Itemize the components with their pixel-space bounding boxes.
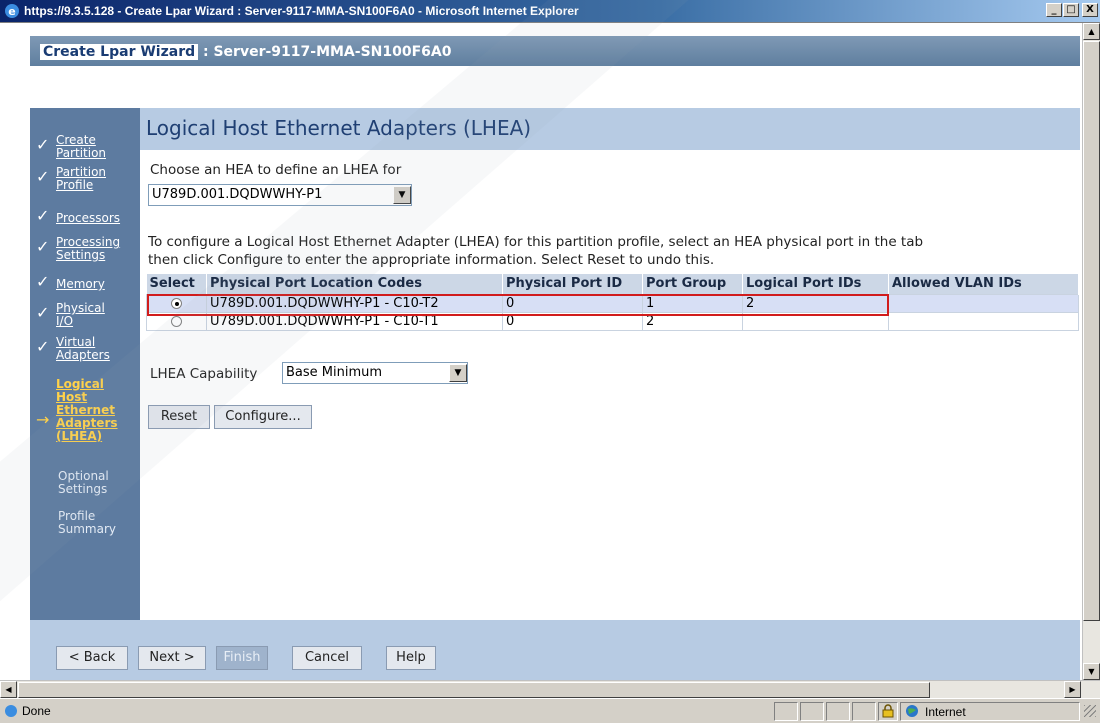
- column-header: Select: [146, 274, 207, 294]
- choose-hea-label: Choose an HEA to define an LHEA for: [150, 162, 402, 178]
- page-title: Logical Host Ethernet Adapters (LHEA): [146, 116, 532, 140]
- table-header-row: Select Physical Port Location Codes Phys…: [146, 274, 1079, 294]
- port-select-radio[interactable]: [171, 297, 182, 309]
- internet-explorer-icon: e: [5, 4, 19, 18]
- column-header: Physical Port Location Codes: [206, 274, 503, 294]
- sidebar-item-label: Optional Settings: [58, 469, 109, 496]
- vlan-ids-cell: [888, 293, 1079, 313]
- vlan-ids-cell: [888, 311, 1079, 331]
- column-header: Allowed VLAN IDs: [888, 274, 1079, 294]
- sidebar-item-label: Physical I/O: [56, 301, 105, 328]
- hea-select-value: U789D.001.DQDWWHY-P1: [152, 187, 323, 202]
- sidebar-item-label: Create Partition: [56, 133, 107, 160]
- sidebar-item-label: Memory: [56, 277, 105, 291]
- table-row[interactable]: U789D.001.DQDWWHY-P1 - C10-T2 0 1 2: [146, 293, 1079, 313]
- table-row[interactable]: U789D.001.DQDWWHY-P1 - C10-T1 0 2: [146, 311, 1079, 331]
- check-icon: ✓: [36, 303, 50, 322]
- scroll-up-icon[interactable]: ▲: [1083, 23, 1100, 40]
- sidebar-item-label: Profile Summary: [58, 509, 116, 536]
- maximize-button[interactable]: □: [1063, 3, 1079, 17]
- status-pane: [800, 702, 824, 721]
- svg-text:e: e: [8, 5, 15, 18]
- check-icon: ✓: [36, 206, 50, 225]
- close-button[interactable]: X: [1082, 3, 1098, 17]
- sidebar-item-label: Processors: [56, 211, 121, 225]
- wizard-footer: < Back Next > Finish Cancel Help: [30, 620, 1080, 680]
- check-icon: ✓: [36, 337, 50, 356]
- scroll-down-icon[interactable]: ▼: [1083, 663, 1100, 680]
- check-icon: ✓: [36, 272, 50, 291]
- scroll-right-icon[interactable]: ▶: [1064, 681, 1081, 698]
- column-header: Physical Port ID: [502, 274, 643, 294]
- location-cell: U789D.001.DQDWWHY-P1 - C10-T2: [206, 293, 503, 313]
- wizard-steps-sidebar: ✓ Create Partition ✓ Partition Profile ✓…: [30, 108, 140, 620]
- sidebar-item-label: Virtual Adapters: [56, 335, 110, 362]
- finish-button: Finish: [216, 646, 268, 670]
- status-pane: [852, 702, 876, 721]
- zone-text: Internet: [925, 705, 966, 719]
- arrow-right-icon: →: [36, 410, 50, 429]
- check-icon: ✓: [36, 135, 50, 154]
- logical-ids-cell: 2: [742, 293, 889, 313]
- horizontal-scrollbar[interactable]: ◀ ▶: [0, 680, 1100, 698]
- window-title-bar: e https://9.3.5.128 - Create Lpar Wizard…: [0, 0, 1100, 22]
- status-text: Done: [22, 704, 51, 718]
- resize-grip-icon[interactable]: [1084, 705, 1096, 717]
- port-select-radio[interactable]: [171, 315, 182, 327]
- back-button[interactable]: < Back: [56, 646, 128, 670]
- sidebar-item-label: Logical Host Ethernet Adapters (LHEA): [56, 377, 118, 443]
- cancel-button[interactable]: Cancel: [292, 646, 362, 670]
- wizard-header: Create Lpar Wizard : Server-9117-MMA-SN1…: [30, 36, 1080, 66]
- status-bar: Done Internet: [0, 698, 1100, 723]
- column-header: Logical Port IDs: [742, 274, 889, 294]
- status-pane: [774, 702, 798, 721]
- chevron-down-icon[interactable]: ▼: [393, 186, 411, 204]
- location-cell: U789D.001.DQDWWHY-P1 - C10-T1: [206, 311, 503, 331]
- logical-ids-cell: [742, 311, 889, 331]
- scroll-thumb[interactable]: [18, 682, 930, 698]
- check-icon: ✓: [36, 167, 50, 186]
- content-header: Logical Host Ethernet Adapters (LHEA): [140, 108, 1080, 150]
- zone-pane: Internet: [900, 702, 1080, 721]
- check-icon: ✓: [36, 237, 50, 256]
- sidebar-item-label: Processing Settings: [56, 235, 121, 262]
- hea-select[interactable]: U789D.001.DQDWWHY-P1 ▼: [148, 184, 412, 206]
- sidebar-item-label: Partition Profile: [56, 165, 107, 192]
- instructions-line-1: To configure a Logical Host Ethernet Ada…: [148, 234, 924, 250]
- chevron-down-icon[interactable]: ▼: [449, 364, 467, 382]
- lock-icon: [878, 702, 898, 721]
- minimize-button[interactable]: _: [1046, 3, 1062, 17]
- scroll-left-icon[interactable]: ◀: [0, 681, 17, 698]
- reset-button[interactable]: Reset: [148, 405, 210, 429]
- port-group-cell: 2: [642, 311, 743, 331]
- capability-select-value: Base Minimum: [286, 365, 383, 380]
- help-button[interactable]: Help: [386, 646, 436, 670]
- port-id-cell: 0: [502, 311, 643, 331]
- page-icon: [5, 705, 17, 717]
- port-group-cell: 1: [642, 293, 743, 313]
- instructions-line-2: then click Configure to enter the approp…: [148, 252, 715, 268]
- capability-label: LHEA Capability: [150, 366, 258, 382]
- window-title: https://9.3.5.128 - Create Lpar Wizard :…: [24, 4, 579, 18]
- vertical-scrollbar[interactable]: ▲ ▼: [1082, 23, 1100, 681]
- status-pane: [826, 702, 850, 721]
- next-button[interactable]: Next >: [138, 646, 206, 670]
- capability-select[interactable]: Base Minimum ▼: [282, 362, 468, 384]
- wizard-title: Create Lpar Wizard : Server-9117-MMA-SN1…: [36, 42, 455, 62]
- configure-button[interactable]: Configure...: [214, 405, 312, 429]
- column-header: Port Group: [642, 274, 743, 294]
- scroll-thumb[interactable]: [1083, 41, 1100, 621]
- globe-icon: [906, 705, 918, 717]
- hea-ports-table: Select Physical Port Location Codes Phys…: [146, 274, 1079, 331]
- port-id-cell: 0: [502, 293, 643, 313]
